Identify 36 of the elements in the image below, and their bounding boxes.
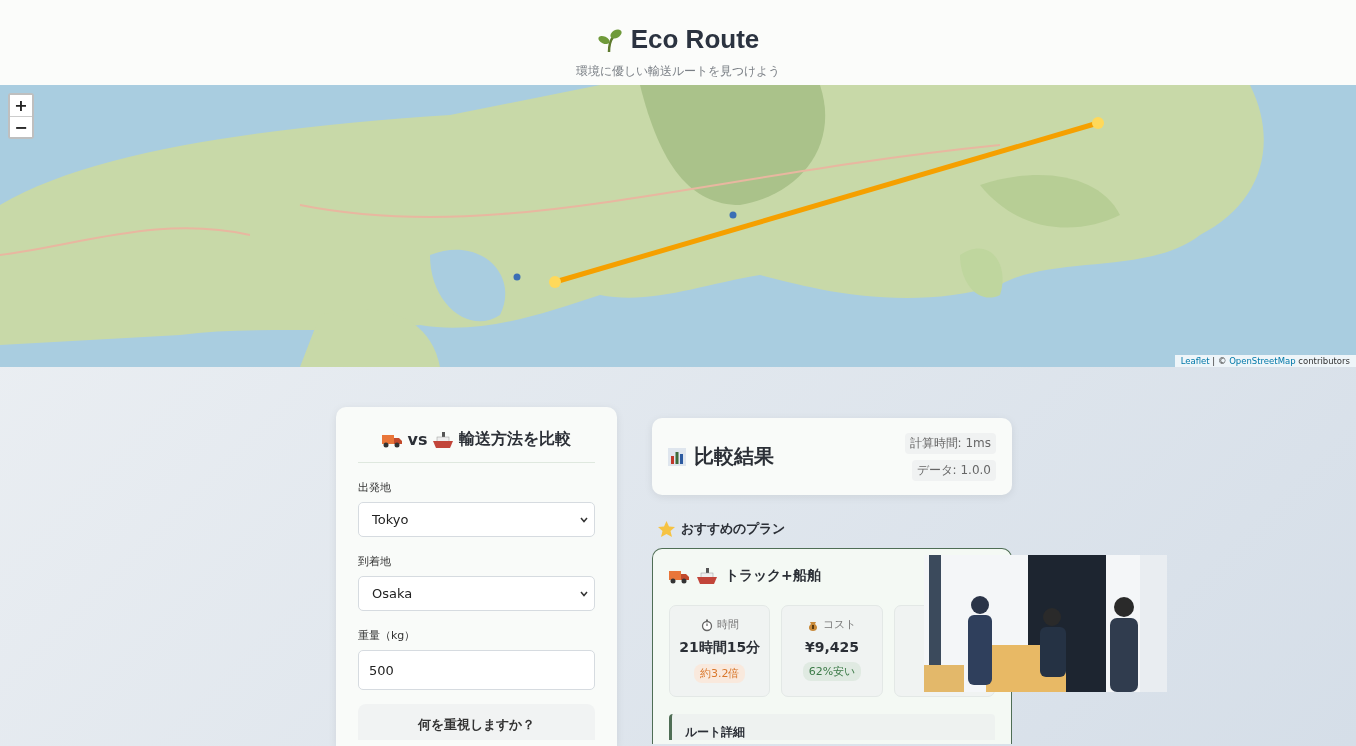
- map-attribution: Leaflet | © OpenStreetMap contributors: [1174, 355, 1356, 367]
- truck-icon: [669, 568, 689, 584]
- data-version-tag: データ: 1.0.0: [911, 459, 996, 481]
- form-title: 輸送方法を比較: [459, 429, 572, 450]
- recommended-heading: おすすめのプラン: [681, 520, 785, 538]
- caret-icon: [580, 590, 588, 597]
- input-field[interactable]: 500: [358, 650, 595, 690]
- stat-value: ¥9,425: [804, 639, 859, 655]
- dropdown-field[interactable]: Tokyo: [358, 502, 595, 537]
- bar-chart-icon: [668, 447, 686, 466]
- caret-icon: [580, 516, 588, 523]
- results-title: 比較結果: [694, 443, 774, 470]
- stat-label: コスト: [823, 618, 857, 632]
- app-title: Eco Route: [630, 24, 760, 55]
- star-icon: [658, 521, 675, 537]
- field-label: 出発地: [358, 480, 392, 495]
- ship-icon: [433, 430, 454, 449]
- sprout-icon: [596, 26, 623, 53]
- comparison-tag: 約3.2倍: [693, 664, 746, 683]
- plan-name: トラック+船舶: [725, 567, 821, 585]
- zoom-out-button[interactable]: −: [10, 116, 32, 137]
- app-subtitle: 環境に優しい輸送ルートを見つけよう: [576, 63, 780, 80]
- attribution-link[interactable]: OpenStreetMap: [1229, 356, 1296, 366]
- comparison-tag: 62%安い: [802, 662, 862, 681]
- priority-question: 何を重視しますか？: [418, 717, 535, 734]
- calc-time-tag: 計算時間: 1ms: [904, 432, 996, 454]
- stat-label: 時間: [716, 618, 739, 632]
- route-detail-title: ルート詳細: [685, 725, 745, 739]
- field-label: 到着地: [358, 554, 392, 569]
- title-vs: vs: [407, 430, 428, 449]
- attribution-link[interactable]: Leaflet: [1180, 356, 1210, 366]
- field-label: 重量（kg）: [358, 628, 417, 643]
- stopwatch-icon: [700, 618, 713, 632]
- ship-icon: [697, 567, 717, 585]
- stat-value: 21時間15分: [679, 639, 761, 657]
- dropdown-field[interactable]: Osaka: [358, 576, 595, 611]
